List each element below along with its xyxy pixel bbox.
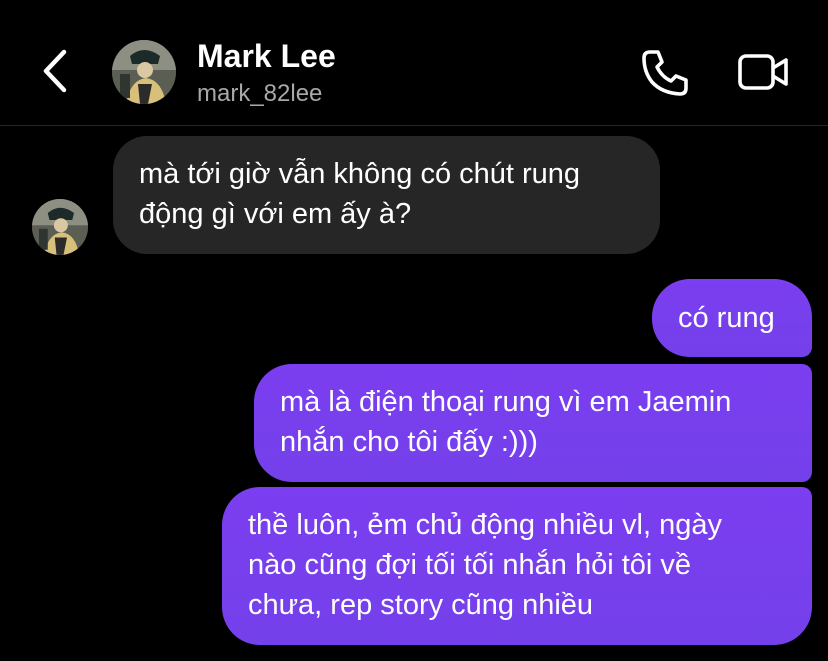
avatar-image bbox=[112, 40, 176, 104]
back-button[interactable] bbox=[34, 46, 78, 96]
message-text-line: nhắn cho tôi đấy :))) bbox=[280, 426, 538, 458]
contact-avatar[interactable] bbox=[112, 40, 176, 104]
audio-call-button[interactable] bbox=[638, 46, 692, 100]
message-text-line: mà tới giờ vẫn không có chút rung bbox=[139, 158, 581, 190]
avatar-image bbox=[32, 199, 88, 255]
outgoing-message-bubble[interactable]: mà là điện thoại rung vì em Jaemin nhắn … bbox=[254, 364, 812, 482]
message-text-line: chưa, rep story cũng nhiều bbox=[248, 589, 594, 621]
message-text-line: có rung bbox=[678, 302, 775, 334]
video-call-button[interactable] bbox=[736, 48, 792, 96]
chat-header: Mark Lee mark_82lee bbox=[0, 0, 828, 126]
contact-handle[interactable]: mark_82lee bbox=[197, 80, 322, 108]
outgoing-message-bubble[interactable]: có rung bbox=[652, 279, 812, 357]
video-camera-icon bbox=[738, 54, 788, 90]
incoming-message-bubble[interactable]: mà tới giờ vẫn không có chút rung động g… bbox=[113, 136, 660, 254]
contact-name[interactable]: Mark Lee bbox=[197, 38, 336, 75]
outgoing-message-bubble[interactable]: thề luôn, ẻm chủ động nhiều vl, ngày nào… bbox=[222, 487, 812, 645]
message-sender-avatar[interactable] bbox=[32, 199, 88, 255]
message-text-line: thề luôn, ẻm chủ động nhiều vl, ngày bbox=[248, 509, 722, 541]
message-text-line: mà là điện thoại rung vì em Jaemin bbox=[280, 386, 732, 418]
message-text-line: động gì với em ấy à? bbox=[139, 198, 412, 230]
message-text-line: nào cũng đợi tối tối nhắn hỏi tôi về bbox=[248, 549, 692, 581]
chevron-left-icon bbox=[43, 49, 67, 93]
phone-icon bbox=[642, 50, 688, 96]
